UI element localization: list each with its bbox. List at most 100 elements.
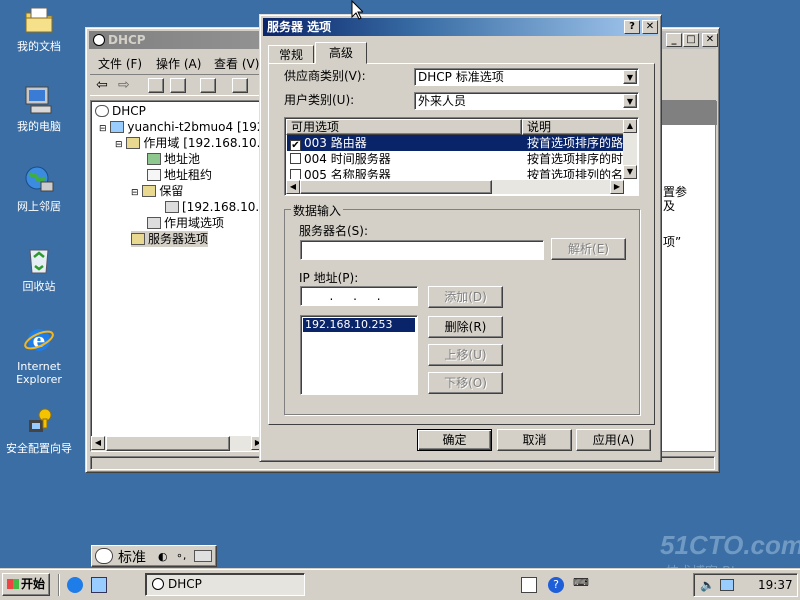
ip-address-list[interactable]: 192.168.10.253 bbox=[300, 315, 418, 395]
cancel-button[interactable]: 取消 bbox=[497, 429, 572, 451]
apply-button[interactable]: 应用(A) bbox=[576, 429, 651, 451]
keyboard-tray-icon[interactable]: ⌨ bbox=[573, 576, 589, 589]
available-options-list[interactable]: 可用选项 说明 ✔ 003 路由器 按首选项排序的路 004 时间服务器 按首选项… bbox=[284, 117, 639, 196]
soft-keyboard-icon[interactable] bbox=[194, 550, 212, 562]
menu-view[interactable]: 查看 (V) bbox=[214, 55, 259, 72]
tree-node-scope[interactable]: ⊟ 作用域 [192.168.10. bbox=[115, 135, 260, 151]
details-text-2: 及 bbox=[663, 199, 676, 213]
show-desktop-icon[interactable] bbox=[91, 577, 107, 593]
vendor-class-label: 供应商类别(V): bbox=[284, 69, 366, 83]
remove-button[interactable]: 删除(R) bbox=[428, 316, 503, 338]
server-name-input[interactable] bbox=[300, 240, 544, 260]
minimize-button[interactable]: _ bbox=[666, 33, 682, 47]
option-checkbox[interactable]: ✔ bbox=[290, 140, 301, 151]
forward-icon[interactable]: ⇨ bbox=[118, 77, 130, 93]
ok-button[interactable]: 确定 bbox=[417, 429, 492, 451]
ime-mode-label[interactable]: 标准 bbox=[118, 547, 146, 567]
folder-icon bbox=[126, 137, 141, 149]
ie-quicklaunch-icon[interactable] bbox=[67, 577, 83, 593]
scroll-down-arrow[interactable]: ▼ bbox=[623, 165, 637, 179]
ime-status-bar[interactable]: 标准 ◐ ∘, bbox=[91, 545, 217, 567]
speaker-icon[interactable]: 🔈 bbox=[700, 578, 715, 592]
toolbar: ⇦ ⇨ bbox=[90, 74, 266, 96]
option-row-005[interactable]: 005 名称服务器 按首选项排列的名 bbox=[287, 167, 625, 179]
scroll-thumb[interactable] bbox=[106, 436, 230, 451]
tree-node-reservations[interactable]: ⊟ 保留 bbox=[131, 183, 183, 199]
desktop-icon-my-documents[interactable]: 我的文档 bbox=[1, 4, 77, 53]
tray-app-icon[interactable] bbox=[521, 577, 537, 593]
option-checkbox[interactable] bbox=[290, 153, 301, 164]
user-class-label: 用户类别(U): bbox=[284, 93, 355, 107]
back-icon[interactable]: ⇦ bbox=[96, 77, 108, 93]
close-button[interactable]: ✕ bbox=[702, 33, 718, 47]
option-checkbox[interactable] bbox=[290, 169, 301, 179]
desktop-icon-my-computer[interactable]: 我的电脑 bbox=[1, 84, 77, 133]
help-tray-icon[interactable]: ? bbox=[548, 577, 564, 593]
scroll-thumb[interactable] bbox=[300, 180, 492, 194]
scope-options-icon bbox=[147, 217, 161, 229]
scroll-up-arrow[interactable]: ▲ bbox=[623, 119, 637, 133]
options-vertical-scrollbar[interactable]: ▲ ▼ bbox=[623, 119, 637, 179]
tab-advanced[interactable]: 高级 bbox=[315, 42, 367, 64]
column-header-option[interactable]: 可用选项 bbox=[286, 119, 522, 135]
punctuation-icon[interactable]: ∘, bbox=[176, 549, 186, 562]
add-button[interactable]: 添加(D) bbox=[428, 286, 503, 308]
menu-bar: 文件 (F) 操作 (A) 查看 (V) bbox=[90, 52, 270, 72]
scroll-left-arrow[interactable]: ◀ bbox=[91, 436, 105, 450]
up-folder-icon[interactable] bbox=[148, 78, 164, 93]
desktop-icon-label-line2: Explorer bbox=[16, 373, 62, 386]
desktop-icon-label: 回收站 bbox=[22, 280, 56, 293]
help-button[interactable]: ? bbox=[624, 20, 640, 34]
tree-node-reservation-entry[interactable]: [192.168.10. bbox=[165, 199, 259, 215]
clock[interactable]: 19:37 bbox=[758, 578, 793, 592]
folder-icon bbox=[142, 185, 157, 197]
dialog-close-button[interactable]: ✕ bbox=[642, 20, 658, 34]
tree-node-scope-options[interactable]: 作用域选项 bbox=[147, 215, 224, 231]
move-down-button[interactable]: 下移(O) bbox=[428, 372, 503, 394]
user-class-select[interactable]: 外来人员 ▼ bbox=[414, 92, 639, 110]
tab-general[interactable]: 常规 bbox=[268, 45, 314, 64]
menu-action[interactable]: 操作 (A) bbox=[156, 55, 201, 72]
properties-icon[interactable] bbox=[232, 78, 248, 93]
refresh-icon[interactable] bbox=[200, 78, 216, 93]
scroll-left-arrow[interactable]: ◀ bbox=[286, 180, 300, 194]
desktop-icon-security-wizard[interactable]: 安全配置向导 bbox=[1, 406, 77, 455]
data-entry-group: 数据输入 服务器名(S): 解析(E) IP 地址(P): . . . 添加(D… bbox=[284, 202, 640, 415]
tree-node-server-options[interactable]: 服务器选项 bbox=[131, 231, 209, 247]
address-leases-icon bbox=[147, 169, 161, 181]
network-tray-icon[interactable] bbox=[720, 579, 734, 591]
tree-horizontal-scrollbar[interactable]: ◀ ▶ bbox=[91, 436, 265, 451]
tree-pane: DHCP ⊟ yuanchi-t2bmuo4 [192. ⊟ 作用域 [192.… bbox=[90, 100, 268, 452]
tab-panel: 供应商类别(V): DHCP 标准选项 ▼ 用户类别(U): 外来人员 ▼ 可用… bbox=[268, 63, 655, 425]
desktop-icon-network[interactable]: 网上邻居 bbox=[1, 164, 77, 213]
start-button[interactable]: 开始 bbox=[2, 573, 50, 596]
option-row-004[interactable]: 004 时间服务器 按首选项排序的时 bbox=[287, 151, 625, 167]
option-row-003[interactable]: ✔ 003 路由器 按首选项排序的路 bbox=[287, 135, 625, 151]
details-text-3: 项” bbox=[663, 235, 682, 249]
tree-node-server[interactable]: ⊟ yuanchi-t2bmuo4 [192. bbox=[99, 119, 268, 135]
vendor-class-select[interactable]: DHCP 标准选项 ▼ bbox=[414, 68, 639, 86]
ip-list-item[interactable]: 192.168.10.253 bbox=[303, 318, 415, 332]
scroll-right-arrow[interactable]: ▶ bbox=[610, 180, 624, 194]
desktop-icon-recycle-bin[interactable]: 回收站 bbox=[1, 244, 77, 293]
tree-node-address-leases[interactable]: 地址租约 bbox=[147, 167, 212, 183]
column-header-description[interactable]: 说明 bbox=[522, 119, 625, 135]
options-horizontal-scrollbar[interactable]: ◀ ▶ bbox=[286, 180, 624, 194]
maximize-button[interactable]: □ bbox=[683, 33, 699, 47]
dialog-title-bar[interactable]: 服务器 选项 bbox=[263, 18, 658, 36]
server-options-icon bbox=[131, 233, 145, 245]
folder-documents-icon bbox=[23, 4, 55, 36]
ip-address-input[interactable]: . . . bbox=[300, 286, 418, 306]
half-width-icon[interactable]: ◐ bbox=[158, 550, 168, 563]
tree-node-address-pool[interactable]: 地址池 bbox=[147, 151, 200, 167]
desktop-icon-internet-explorer[interactable]: e Internet Explorer bbox=[1, 324, 77, 386]
taskbar-button-dhcp[interactable]: DHCP bbox=[145, 573, 305, 596]
tree-node-dhcp[interactable]: DHCP bbox=[95, 103, 146, 119]
resolve-button[interactable]: 解析(E) bbox=[551, 238, 626, 260]
chevron-down-icon[interactable]: ▼ bbox=[623, 70, 637, 84]
chevron-down-icon[interactable]: ▼ bbox=[623, 94, 637, 108]
move-up-button[interactable]: 上移(U) bbox=[428, 344, 503, 366]
menu-file[interactable]: 文件 (F) bbox=[98, 55, 142, 72]
show-tree-icon[interactable] bbox=[170, 78, 186, 93]
mouse-cursor-icon bbox=[351, 0, 363, 20]
